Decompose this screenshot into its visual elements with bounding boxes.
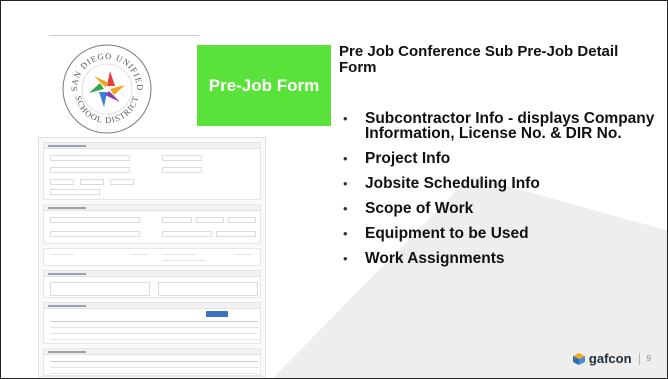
form-section-subcontractor [43, 142, 261, 200]
form-section-schedule [43, 248, 261, 266]
bullet-item: Equipment to be Used [341, 226, 661, 242]
brand-name: gafcon [588, 351, 632, 366]
footer: gafcon 9 [572, 351, 651, 366]
bullet-item: Project Info [341, 151, 661, 167]
logo-divider-line [49, 35, 199, 36]
bullet-item: Scope of Work [341, 201, 661, 217]
page-number: 9 [646, 354, 651, 363]
gafcon-logo-icon [572, 352, 585, 365]
slide-title: Pre Job Conference Sub Pre-Job Detail Fo… [339, 43, 619, 76]
badge-label: Pre-Job Form [208, 75, 320, 95]
bullet-item: Work Assignments [341, 251, 661, 267]
form-section-employees [43, 348, 261, 376]
form-section-project [43, 204, 261, 244]
slide: SAN DIEGO UNIFIED SCHOOL DISTRICT Pre-Jo… [0, 0, 668, 379]
form-screenshot [38, 137, 266, 377]
bullet-item: Subcontractor Info - displays Company In… [341, 111, 661, 142]
form-section-scope [43, 270, 261, 298]
pre-job-form-badge: Pre-Job Form [197, 45, 331, 126]
district-logo-icon: SAN DIEGO UNIFIED SCHOOL DISTRICT [62, 44, 152, 134]
form-section-work-assignments [43, 302, 261, 344]
bullet-list: Subcontractor Info - displays Company In… [341, 111, 661, 276]
footer-divider [638, 352, 640, 365]
bullet-item: Jobsite Scheduling Info [341, 176, 661, 192]
